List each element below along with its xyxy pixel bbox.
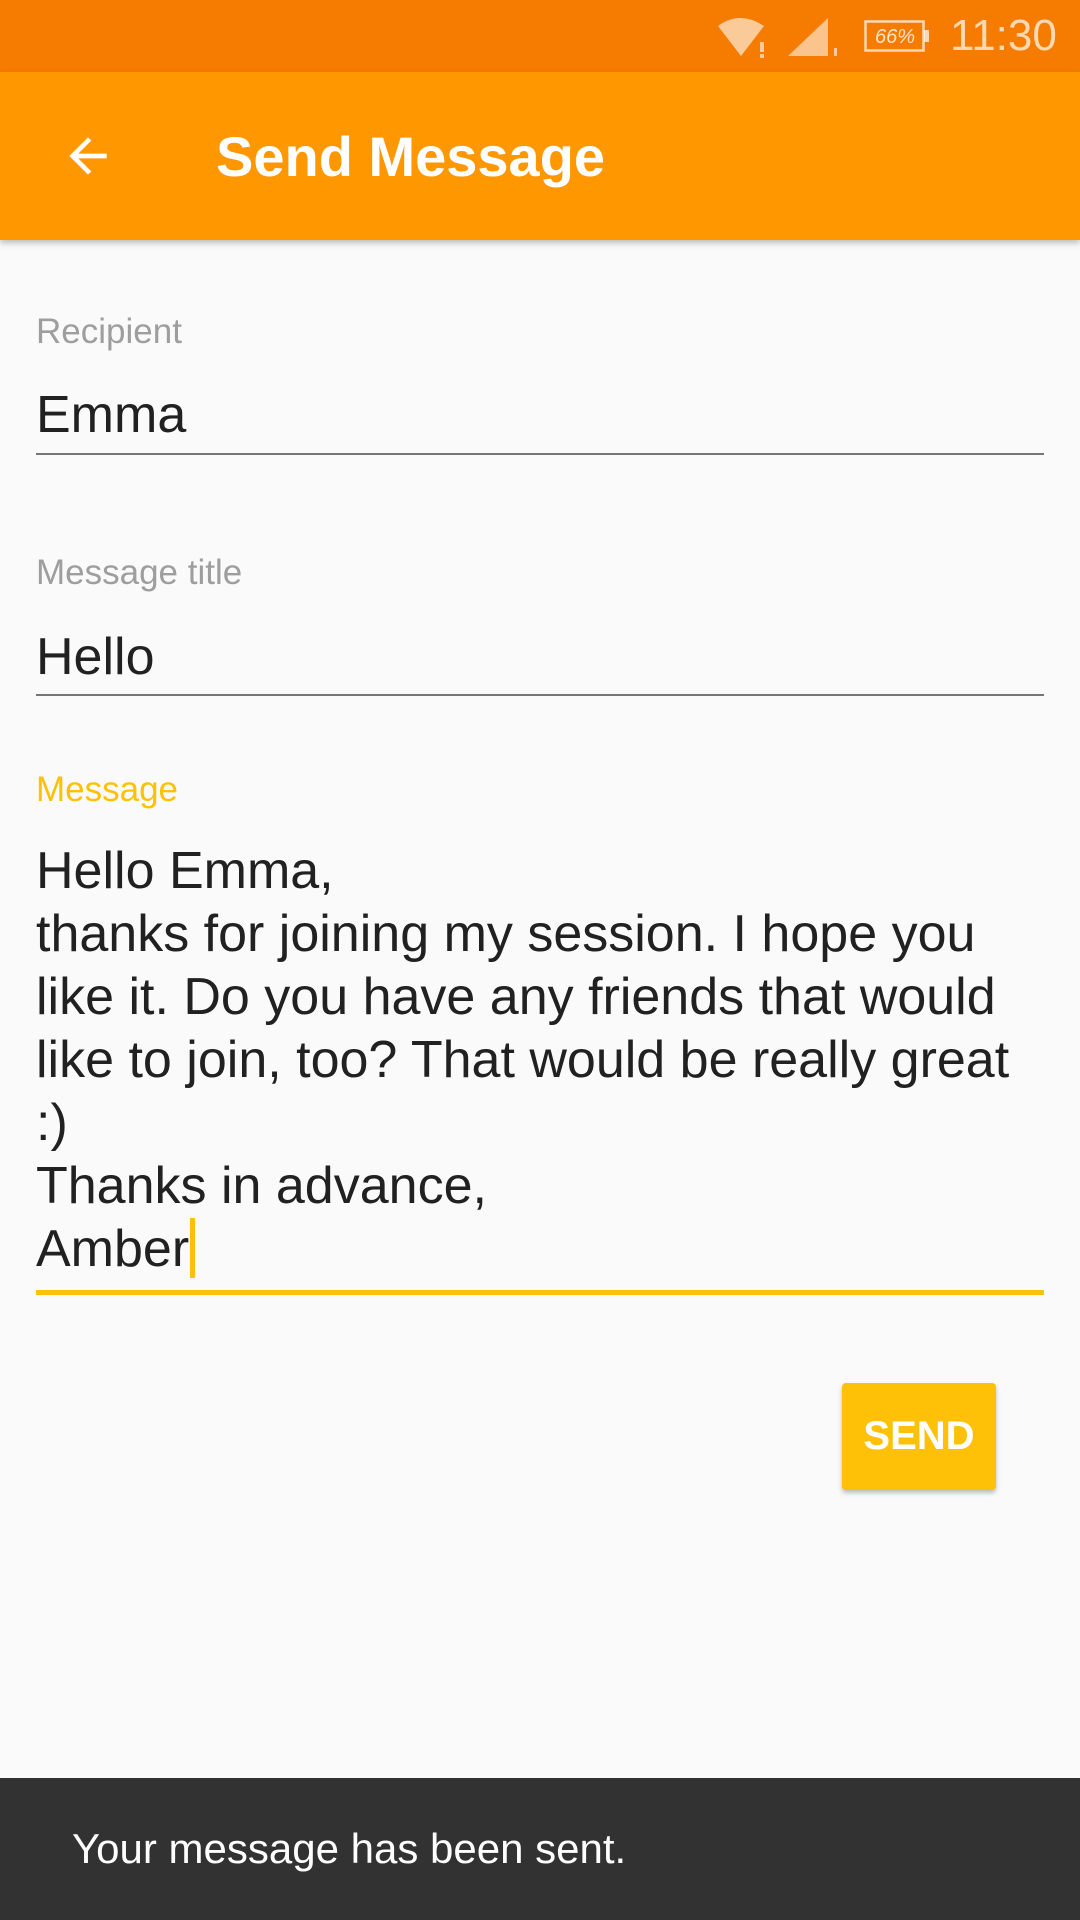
message-title-input[interactable] <box>36 622 1044 692</box>
recipient-input[interactable] <box>36 380 1044 450</box>
message-label: Message <box>36 770 179 809</box>
snackbar: Your message has been sent. <box>0 1778 1080 1920</box>
message-textarea[interactable]: Hello Emma, thanks for joining my sessio… <box>36 840 1044 1281</box>
snackbar-message: Your message has been sent. <box>72 1825 627 1872</box>
message-underline <box>36 1290 1044 1295</box>
recipient-underline <box>36 453 1044 455</box>
battery-level: 66% <box>874 26 916 48</box>
message-title-underline <box>36 694 1044 696</box>
wifi-icon <box>718 18 764 58</box>
app-bar: Send Message <box>0 72 1080 240</box>
status-time: 11:30 <box>950 11 1057 60</box>
arrow-back-icon <box>69 137 107 175</box>
recipient-label: Recipient <box>36 312 182 351</box>
page-title: Send Message <box>216 125 606 188</box>
send-button[interactable]: SEND <box>842 1383 996 1490</box>
back-button[interactable] <box>40 108 136 204</box>
status-bar: 66% 11:30 <box>0 0 1080 72</box>
text-cursor <box>190 1218 196 1278</box>
message-text: Hello Emma, thanks for joining my sessio… <box>36 842 1010 1278</box>
cell-signal-icon <box>788 18 837 56</box>
message-title-label: Message title <box>36 553 243 592</box>
